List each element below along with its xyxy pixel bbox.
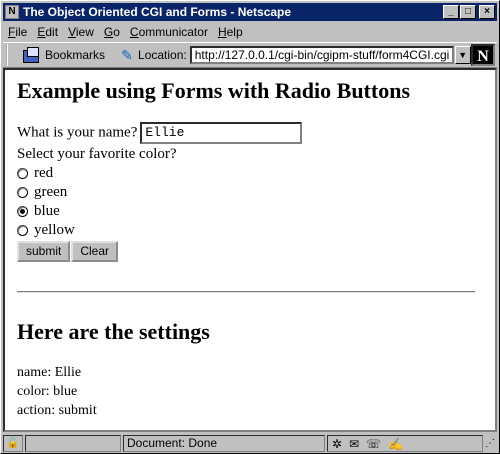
setting-name: name: Ellie <box>17 365 82 380</box>
menu-communicator[interactable]: Communicator <box>125 25 213 39</box>
radio-label-blue: blue <box>34 203 60 219</box>
menu-help[interactable]: Help <box>213 25 248 39</box>
location-icon[interactable]: ✎ <box>119 47 135 63</box>
bookmarks-icon[interactable] <box>21 46 43 64</box>
toolbar-grip[interactable] <box>6 44 11 66</box>
url-field[interactable]: http://127.0.0.1/cgi-bin/cgipm-stuff/for… <box>189 46 454 64</box>
radio-label-yellow: yellow <box>34 222 75 238</box>
submit-button[interactable]: submit <box>17 241 71 262</box>
clear-button[interactable]: Clear <box>71 241 119 262</box>
security-lock-icon[interactable]: 🔓 <box>3 435 23 452</box>
setting-action: action: submit <box>17 403 97 418</box>
name-input[interactable]: Ellie <box>140 122 303 144</box>
component-bar: ✲ ✉ ☏ ✍ <box>327 435 483 452</box>
progress-panel <box>25 435 121 452</box>
color-option-red[interactable]: red <box>17 164 495 183</box>
menu-view[interactable]: View <box>63 25 99 39</box>
setting-color: color: blue <box>17 384 78 399</box>
color-prompt: Select your favorite color? <box>17 146 177 162</box>
minimize-button[interactable]: _ <box>443 5 459 19</box>
composer-icon[interactable]: ✍ <box>388 437 403 451</box>
status-message: Document: Done <box>123 435 325 452</box>
resize-grip-icon[interactable]: ⋰ <box>483 435 497 452</box>
menu-file[interactable]: File <box>3 25 32 39</box>
color-option-green[interactable]: green <box>17 183 495 202</box>
radio-blue[interactable] <box>17 206 28 217</box>
settings-heading: Here are the settings <box>17 319 210 344</box>
discussion-icon[interactable]: ☏ <box>366 437 381 451</box>
page-content: Example using Forms with Radio Buttons W… <box>3 68 497 432</box>
netscape-logo: N <box>471 44 495 66</box>
menu-edit[interactable]: Edit <box>32 25 63 39</box>
browser-window: N The Object Oriented CGI and Forms - Ne… <box>0 0 500 454</box>
color-option-yellow[interactable]: yellow <box>17 221 495 240</box>
radio-label-green: green <box>34 184 68 200</box>
location-label: Location: <box>138 48 187 62</box>
page-heading: Example using Forms with Radio Buttons <box>17 78 411 103</box>
radio-label-red: red <box>34 165 54 181</box>
location-toolbar: Bookmarks ✎ Location: http://127.0.0.1/c… <box>3 42 497 68</box>
maximize-button[interactable]: □ <box>460 5 476 19</box>
radio-green[interactable] <box>17 187 28 198</box>
window-title: The Object Oriented CGI and Forms - Nets… <box>23 5 292 19</box>
divider <box>17 291 475 293</box>
radio-yellow[interactable] <box>17 225 28 236</box>
name-prompt: What is your name? <box>17 124 138 141</box>
navigator-icon[interactable]: ✲ <box>332 437 342 451</box>
menu-go[interactable]: Go <box>99 25 125 39</box>
bookmarks-button[interactable]: Bookmarks <box>45 48 105 62</box>
title-bar: N The Object Oriented CGI and Forms - Ne… <box>3 3 497 21</box>
close-button[interactable]: × <box>479 5 495 19</box>
netscape-icon: N <box>5 5 19 19</box>
mail-icon[interactable]: ✉ <box>349 437 359 451</box>
color-option-blue[interactable]: blue <box>17 202 495 221</box>
status-bar: 🔓 Document: Done ✲ ✉ ☏ ✍ ⋰ <box>3 434 497 453</box>
url-dropdown-icon[interactable]: ▼ <box>454 46 471 64</box>
radio-red[interactable] <box>17 168 28 179</box>
menu-bar: File Edit View Go Communicator Help <box>3 22 497 41</box>
